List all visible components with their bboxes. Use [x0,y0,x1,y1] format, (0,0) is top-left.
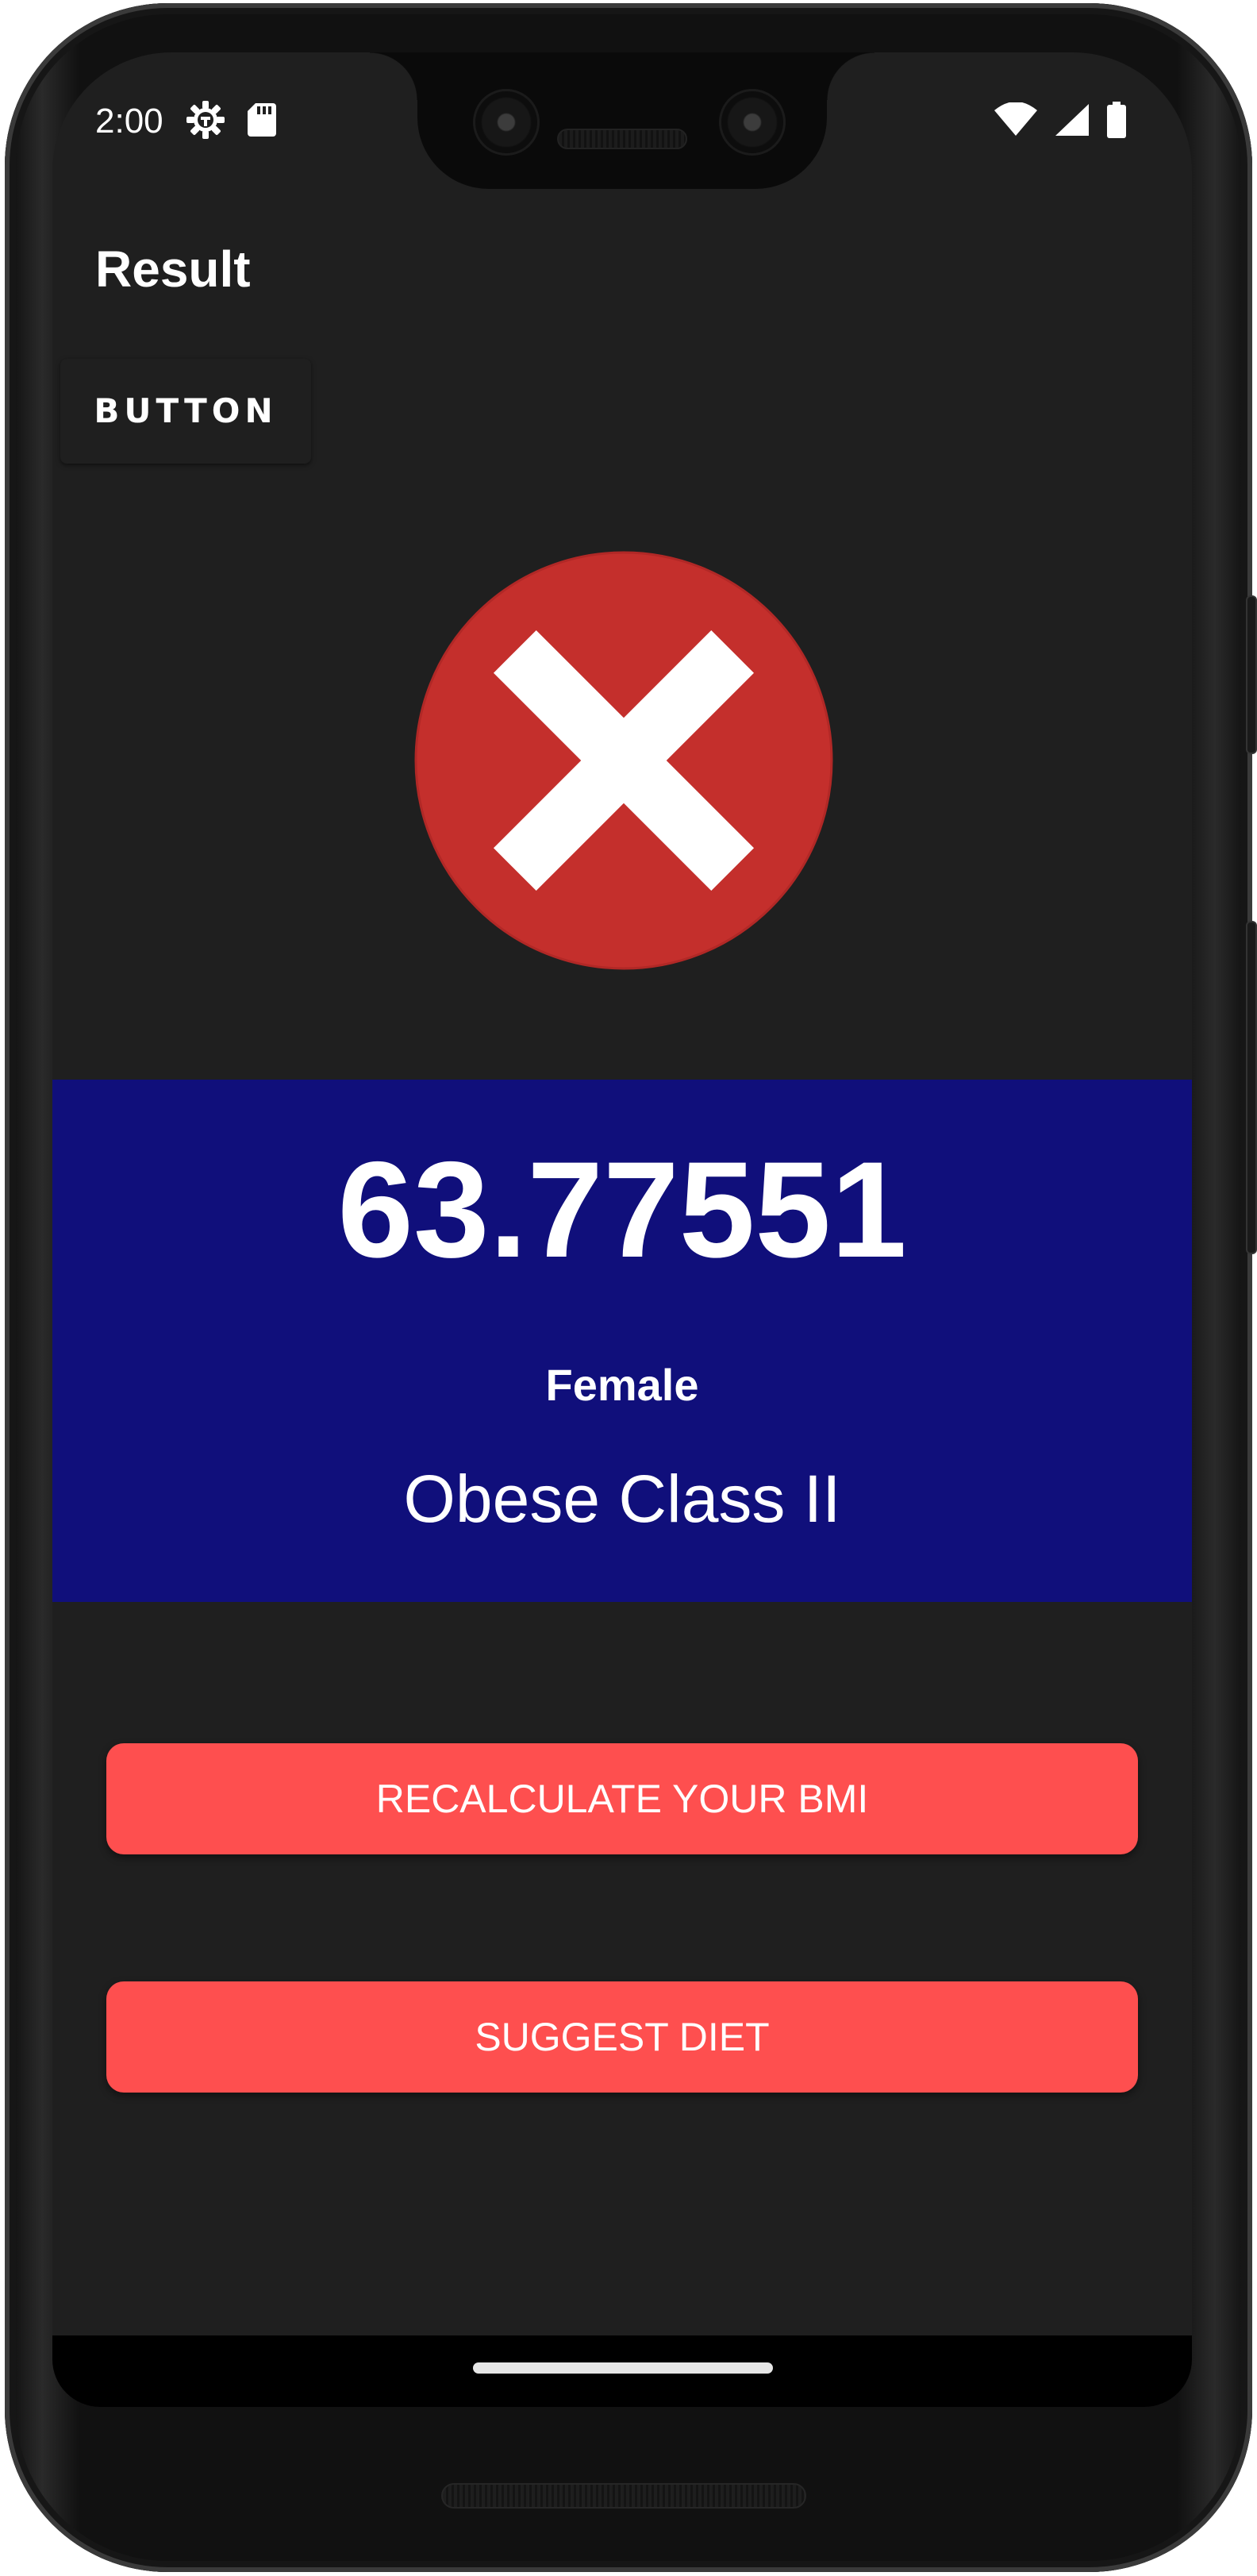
status-left-icons [186,100,278,144]
front-camera-right [719,89,786,156]
error-x-icon [414,551,833,970]
recalculate-bmi-button[interactable]: RECALCULATE YOUR BMI [106,1743,1138,1854]
status-right-icons [994,102,1127,142]
front-camera-left [473,89,540,156]
wifi-icon [994,102,1038,141]
gender-label: Female [545,1360,699,1410]
sd-card-icon [246,102,278,142]
phone-device: 2:00 Result BUTTON 63.77551 Female Obese… [0,0,1257,2576]
earpiece-speaker [557,129,687,149]
bmi-category: Obese Class II [403,1461,841,1536]
cellular-signal-icon [1054,102,1090,141]
bmi-value: 63.77551 [337,1134,907,1286]
result-panel: 63.77551 Female Obese Class II [52,1080,1192,1602]
power-button [1246,595,1257,754]
suggest-diet-button[interactable]: SUGGEST DIET [106,1981,1138,2093]
display-notch [370,52,875,189]
status-time: 2:00 [95,102,163,141]
volume-button [1246,921,1257,1254]
home-gesture-bar[interactable] [473,2362,773,2374]
page-title: Result [95,241,251,298]
bottom-speaker [441,2483,806,2509]
top-button[interactable]: BUTTON [60,359,311,464]
battery-icon [1106,102,1127,142]
app-screen: 2:00 Result BUTTON 63.77551 Female Obese… [52,52,1192,2407]
settings-gear-icon [186,100,225,144]
